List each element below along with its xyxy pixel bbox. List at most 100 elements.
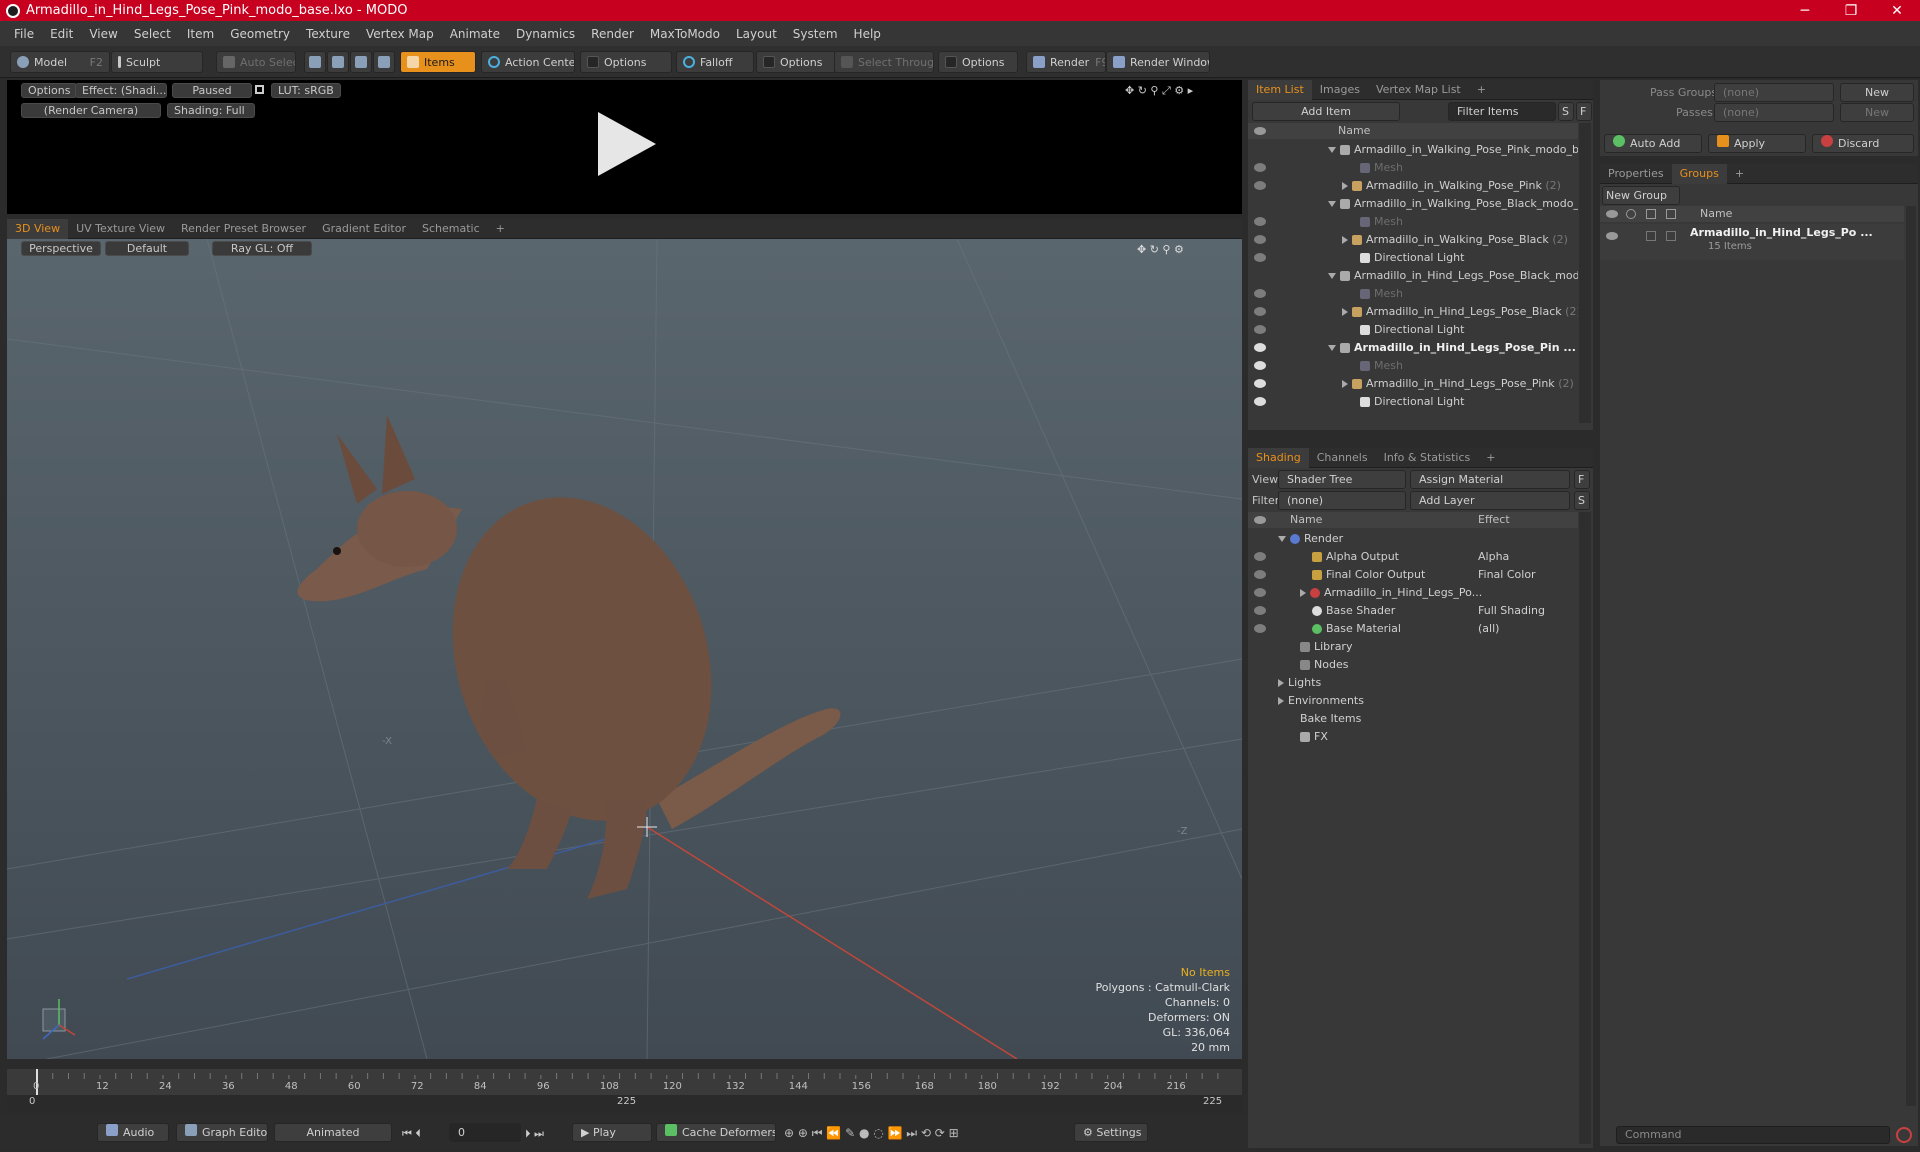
shader-row[interactable]: Environments <box>1248 692 1578 710</box>
list-item[interactable]: Armadillo_in_Walking_Pose_Pink (2) <box>1248 177 1578 195</box>
new-pass-button[interactable]: New <box>1840 103 1914 122</box>
add-layer-dropdown[interactable]: Add Layer <box>1410 491 1570 510</box>
filter-f-button[interactable]: F <box>1576 102 1592 121</box>
menu-texture[interactable]: Texture <box>298 27 358 41</box>
eye-icon[interactable] <box>1254 325 1266 334</box>
eye-icon[interactable] <box>1254 397 1266 406</box>
cache-deformers-button[interactable]: Cache Deformers <box>656 1123 776 1142</box>
menu-layout[interactable]: Layout <box>728 27 785 41</box>
new-group-button[interactable]: New Group <box>1602 186 1680 205</box>
menu-maxtomodo[interactable]: MaxToModo <box>642 27 728 41</box>
menu-select[interactable]: Select <box>126 27 179 41</box>
list-item[interactable]: Mesh <box>1248 213 1578 231</box>
action-center-button[interactable]: Action Center <box>481 51 575 73</box>
shader-effect[interactable]: Final Color <box>1478 566 1536 584</box>
menu-edit[interactable]: Edit <box>42 27 81 41</box>
maximize-button[interactable]: ❐ <box>1828 3 1874 19</box>
list-item[interactable]: Directional Light <box>1248 393 1578 411</box>
expand-triangle-icon[interactable] <box>1278 536 1286 542</box>
list-item[interactable]: Armadillo_in_Walking_Pose_Pink_modo_b... <box>1248 141 1578 159</box>
tab-schematic[interactable]: Schematic <box>414 219 488 239</box>
armadillo-model[interactable] <box>297 415 841 899</box>
new-pass-group-button[interactable]: New <box>1840 83 1914 102</box>
render-button[interactable]: Render F9 <box>1026 51 1106 73</box>
tab-shading[interactable]: Shading <box>1248 447 1309 468</box>
shader-row[interactable]: Final Color Output Final Color <box>1248 566 1578 584</box>
preview-lut-dropdown[interactable]: LUT: sRGB <box>271 83 341 98</box>
items-mode-button[interactable]: Items <box>400 51 476 73</box>
shader-effect[interactable]: Full Shading <box>1478 602 1545 620</box>
command-history-icon[interactable] <box>1896 1127 1912 1143</box>
tab-images[interactable]: Images <box>1312 80 1368 100</box>
eye-icon[interactable] <box>1254 624 1266 633</box>
menu-dynamics[interactable]: Dynamics <box>508 27 583 41</box>
shader-row[interactable]: Armadillo_in_Hind_Legs_Po... <box>1248 584 1578 602</box>
list-item[interactable]: Directional Light <box>1248 249 1578 267</box>
list-item[interactable]: Armadillo_in_Hind_Legs_Pose_Black_mod... <box>1248 267 1578 285</box>
list-item[interactable]: Armadillo_in_Hind_Legs_Pose_Pink (2) <box>1248 375 1578 393</box>
list-item[interactable]: Armadillo_in_Walking_Pose_Black_modo_... <box>1248 195 1578 213</box>
tab-vertex-map-list[interactable]: Vertex Map List <box>1368 80 1469 100</box>
falloff-options-button[interactable]: Options <box>756 51 836 73</box>
list-item[interactable]: Mesh <box>1248 357 1578 375</box>
preview-camera-dropdown[interactable]: (Render Camera) <box>21 103 161 118</box>
tab-3d-view[interactable]: 3D View <box>7 218 69 239</box>
eye-icon[interactable] <box>1254 235 1266 244</box>
effect-column-header[interactable]: Effect <box>1478 512 1510 528</box>
pass-groups-dropdown[interactable]: (none) <box>1714 83 1834 102</box>
expand-triangle-icon[interactable] <box>1342 380 1348 388</box>
discard-button[interactable]: Discard <box>1812 134 1914 153</box>
expand-triangle-icon[interactable] <box>1300 589 1306 597</box>
filter-s-button[interactable]: S <box>1558 102 1574 121</box>
apply-button[interactable]: Apply <box>1708 134 1806 153</box>
shader-row[interactable]: Bake Items <box>1248 710 1578 728</box>
settings-button[interactable]: ⚙ Settings <box>1074 1123 1148 1142</box>
auto-select-button[interactable]: Auto Select <box>216 51 296 73</box>
shader-effect[interactable]: (all) <box>1478 620 1499 638</box>
eye-icon[interactable] <box>1254 552 1266 561</box>
filter-items-input[interactable]: Filter Items <box>1448 102 1556 121</box>
select-edges-button[interactable] <box>327 51 349 73</box>
tab-uv-texture-view[interactable]: UV Texture View <box>68 219 173 239</box>
tab-info-statistics[interactable]: Info & Statistics <box>1376 448 1479 468</box>
auto-add-button[interactable]: Auto Add <box>1604 134 1702 153</box>
add-tab-button[interactable]: + <box>1469 80 1494 100</box>
select-vertices-button[interactable] <box>304 51 326 73</box>
key-tool-icons[interactable]: ⊕ ⊕ ⏮ ⏪ ✎ ● ◌ ⏩ ⏭ ⟲ ⟳ ⊞ <box>784 1125 1068 1141</box>
frame-input[interactable]: 0 <box>449 1123 521 1142</box>
shading-s-button[interactable]: S <box>1574 491 1590 510</box>
eye-icon[interactable] <box>1254 588 1266 597</box>
group-row[interactable]: Armadillo_in_Hind_Legs_Po ... 15 Items <box>1600 224 1904 260</box>
shader-row[interactable]: Nodes <box>1248 656 1578 674</box>
preview-paused-button[interactable]: Paused <box>172 83 252 98</box>
name-column-header[interactable]: Name <box>1338 123 1370 139</box>
menu-file[interactable]: File <box>6 27 42 41</box>
expand-triangle-icon[interactable] <box>1328 147 1336 153</box>
select-polygons-button[interactable] <box>350 51 372 73</box>
sculpt-mode-button[interactable]: Sculpt <box>111 51 203 73</box>
tab-properties[interactable]: Properties <box>1600 164 1672 184</box>
expand-triangle-icon[interactable] <box>1328 273 1336 279</box>
expand-triangle-icon[interactable] <box>1328 201 1336 207</box>
expand-triangle-icon[interactable] <box>1342 236 1348 244</box>
select-checkbox[interactable] <box>1666 231 1676 241</box>
skip-back-icons[interactable]: ⏮ ⏴ <box>402 1126 446 1140</box>
menu-vertex-map[interactable]: Vertex Map <box>358 27 442 41</box>
eye-icon[interactable] <box>1254 606 1266 615</box>
select-options-button[interactable]: Options <box>938 51 1018 73</box>
action-center-options-button[interactable]: Options <box>580 51 672 73</box>
menu-animate[interactable]: Animate <box>442 27 508 41</box>
shader-tree-scrollbar[interactable] <box>1579 512 1591 1144</box>
menu-item[interactable]: Item <box>179 27 222 41</box>
render-window-button[interactable]: Render Window <box>1106 51 1210 73</box>
timeline[interactable]: 0 12 24 36 48 60 72 84 96 108 120 132 144 156 168 180 19… <box>7 1069 1242 1111</box>
add-tab-button[interactable]: + <box>1478 448 1503 468</box>
list-item[interactable]: Mesh <box>1248 159 1578 177</box>
shader-row[interactable]: Base Material (all) <box>1248 620 1578 638</box>
expand-triangle-icon[interactable] <box>1278 679 1284 687</box>
groups-scrollbar[interactable] <box>1906 206 1916 1106</box>
passes-dropdown[interactable]: (none) <box>1714 103 1834 122</box>
view-dropdown[interactable]: Shader Tree <box>1278 470 1406 489</box>
menu-render[interactable]: Render <box>583 27 642 41</box>
menu-help[interactable]: Help <box>846 27 889 41</box>
